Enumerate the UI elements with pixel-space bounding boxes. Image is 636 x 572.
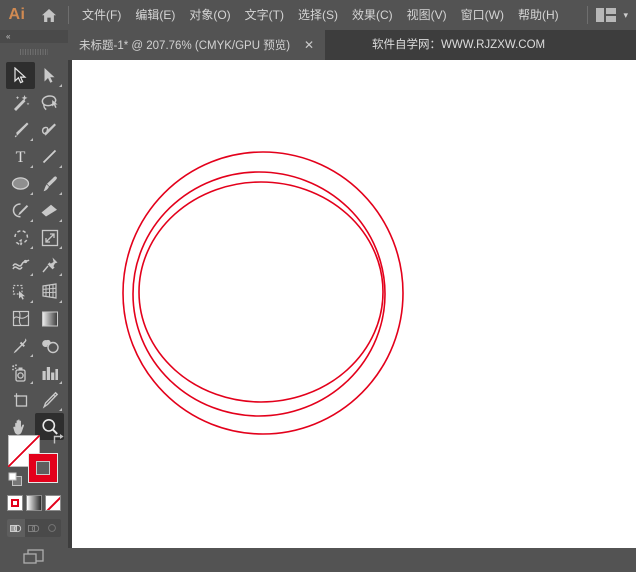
tool-flyout-triangle-icon[interactable]	[30, 354, 33, 357]
shaper-pencil-tool[interactable]	[6, 197, 35, 224]
scale-tool[interactable]	[35, 224, 64, 251]
free-transform-tool[interactable]	[35, 251, 64, 278]
line-segment-tool[interactable]	[35, 143, 64, 170]
menu-type[interactable]: 文字(T)	[238, 0, 291, 30]
width-tool[interactable]	[6, 251, 35, 278]
menu-bar: Ai 文件(F) 编辑(E) 对象(O) 文字(T) 选择(S) 效果(C) 视…	[0, 0, 636, 30]
double-chevron-left-icon[interactable]: «	[6, 32, 11, 41]
stroke-color-swatch[interactable]	[28, 453, 58, 483]
tool-grid: T	[6, 62, 66, 440]
pen-tool[interactable]	[6, 116, 35, 143]
fill-stroke-control	[8, 434, 64, 486]
tool-flyout-triangle-icon[interactable]	[30, 246, 33, 249]
tool-flyout-triangle-icon[interactable]	[59, 192, 62, 195]
none-mode-button[interactable]	[45, 495, 61, 511]
tools-panel-collapse-button[interactable]: «	[0, 30, 68, 43]
symbol-sprayer-tool[interactable]	[6, 359, 35, 386]
eraser-tool[interactable]	[35, 197, 64, 224]
stroke-swatch-center	[36, 461, 50, 475]
paintbrush-tool[interactable]	[35, 170, 64, 197]
magic-wand-tool[interactable]	[6, 89, 35, 116]
artwork-svg	[122, 151, 404, 435]
chevron-down-icon[interactable]: ▾	[623, 10, 628, 21]
draw-inside-button[interactable]	[43, 519, 61, 537]
document-tab-title: 未标题-1* @ 207.76% (CMYK/GPU 预览)	[79, 40, 291, 52]
outer-circle	[122, 151, 404, 435]
document-tab-bar: 未标题-1* @ 207.76% (CMYK/GPU 预览) ✕ 软件自学网：W…	[0, 30, 636, 60]
tool-flyout-triangle-icon[interactable]	[59, 84, 62, 87]
tool-flyout-triangle-icon[interactable]	[30, 192, 33, 195]
draw-mode-group	[7, 519, 61, 537]
artboard-tool[interactable]	[6, 386, 35, 413]
draw-behind-button[interactable]	[25, 519, 43, 537]
illustrator-window: Ai 文件(F) 编辑(E) 对象(O) 文字(T) 选择(S) 效果(C) 视…	[0, 0, 636, 564]
curvature-tool[interactable]	[35, 116, 64, 143]
color-mode-inner	[11, 499, 19, 507]
middle-circle	[132, 171, 386, 417]
gradient-mode-button[interactable]	[26, 495, 42, 511]
eyedropper-tool[interactable]	[6, 332, 35, 359]
tools-panel-drag-handle[interactable]	[20, 49, 48, 55]
rotate-tool[interactable]	[6, 224, 35, 251]
menu-select[interactable]: 选择(S)	[291, 0, 345, 30]
color-mode-button[interactable]	[7, 495, 23, 511]
tool-flyout-triangle-icon[interactable]	[30, 300, 33, 303]
mesh-tool[interactable]	[6, 305, 35, 332]
ai-logo-icon: Ai	[8, 6, 26, 23]
svg-text:T: T	[16, 149, 26, 165]
workspace-divider	[587, 6, 589, 24]
menu-file[interactable]: 文件(F)	[75, 0, 128, 30]
tool-flyout-triangle-icon[interactable]	[59, 300, 62, 303]
slice-tool[interactable]	[35, 386, 64, 413]
menu-help[interactable]: 帮助(H)	[511, 0, 566, 30]
type-tool[interactable]: T	[6, 143, 35, 170]
direct-selection-tool[interactable]	[35, 62, 64, 89]
inner-circle	[138, 181, 384, 403]
tool-flyout-triangle-icon[interactable]	[30, 138, 33, 141]
promo-watermark-text: 软件自学网：WWW.RJZXW.COM	[372, 39, 546, 51]
default-fill-stroke-icon[interactable]	[8, 472, 23, 492]
selection-tool[interactable]	[6, 62, 35, 89]
lasso-tool[interactable]	[35, 89, 64, 116]
draw-normal-button[interactable]	[7, 519, 25, 537]
menu-effect[interactable]: 效果(C)	[345, 0, 400, 30]
ellipse-tool[interactable]	[6, 170, 35, 197]
tool-flyout-triangle-icon[interactable]	[59, 219, 62, 222]
menu-object[interactable]: 对象(O)	[182, 0, 237, 30]
home-icon[interactable]	[34, 0, 64, 30]
tool-flyout-triangle-icon[interactable]	[59, 273, 62, 276]
tool-flyout-triangle-icon[interactable]	[30, 219, 33, 222]
tool-flyout-triangle-icon[interactable]	[59, 246, 62, 249]
blend-tool[interactable]	[35, 332, 64, 359]
gradient-tool[interactable]	[35, 305, 64, 332]
workspace-switcher[interactable]: ▾	[587, 0, 632, 30]
tool-flyout-triangle-icon[interactable]	[30, 273, 33, 276]
close-icon[interactable]: ✕	[303, 39, 315, 51]
tool-flyout-triangle-icon[interactable]	[30, 381, 33, 384]
menu-edit[interactable]: 编辑(E)	[128, 0, 182, 30]
menu-window[interactable]: 窗口(W)	[454, 0, 511, 30]
menu-item-list: 文件(F) 编辑(E) 对象(O) 文字(T) 选择(S) 效果(C) 视图(V…	[75, 0, 566, 30]
tool-flyout-triangle-icon[interactable]	[59, 408, 62, 411]
shape-builder-tool[interactable]	[6, 278, 35, 305]
tool-flyout-triangle-icon[interactable]	[59, 381, 62, 384]
tool-flyout-triangle-icon[interactable]	[30, 165, 33, 168]
menu-view[interactable]: 视图(V)	[400, 0, 454, 30]
menu-divider	[68, 6, 69, 24]
paint-mode-group	[7, 495, 61, 517]
canvas-area	[68, 60, 636, 548]
tools-panel: « T	[0, 30, 68, 564]
swap-fill-stroke-icon[interactable]	[52, 432, 65, 450]
artboard[interactable]	[72, 60, 636, 548]
change-screen-mode-button[interactable]	[0, 542, 68, 572]
column-graph-tool[interactable]	[35, 359, 64, 386]
perspective-grid-tool[interactable]	[35, 278, 64, 305]
workspace-layout-icon[interactable]	[596, 8, 617, 22]
document-tab[interactable]: 未标题-1* @ 207.76% (CMYK/GPU 预览) ✕	[68, 30, 326, 60]
tool-flyout-triangle-icon[interactable]	[59, 165, 62, 168]
